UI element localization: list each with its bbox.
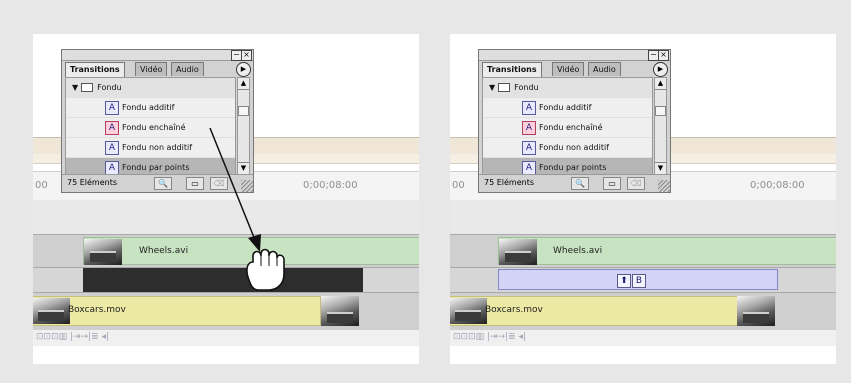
transition-track[interactable]: ⬆ B <box>450 267 836 292</box>
time-start: 00 <box>452 180 465 191</box>
list-item[interactable]: A Fondu enchaîné <box>483 118 652 138</box>
palette-titlebar[interactable]: − × <box>479 50 670 61</box>
palette-footer: 75 Eléments 🔍 ▭ ⌫ <box>479 174 670 192</box>
wheels-thumbnail <box>499 239 537 265</box>
palette-menu-button[interactable]: ▶ <box>653 62 668 77</box>
transitions-palette: − × Transitions Vidéo Audio ▶ ▼ Fondu A Fo… <box>478 49 671 193</box>
item-count: 75 Eléments <box>484 178 535 187</box>
tab-transitions[interactable]: Transitions <box>482 62 542 77</box>
tab-audio[interactable]: Audio <box>588 62 621 76</box>
transition-icon: A <box>522 101 536 115</box>
transition-icon: A <box>522 121 536 135</box>
transition-icon: A <box>522 141 536 155</box>
drag-annotation <box>209 127 285 291</box>
list-item[interactable]: A Fondu non additif <box>483 138 652 158</box>
scroll-thumb[interactable] <box>655 106 666 116</box>
timeline-empty-area <box>450 200 836 234</box>
transition-icon: A <box>522 161 536 174</box>
left-panel-drag: 00 0;00;08:00 Wheels.avi Boxcars.mov ⊡⊡⊡… <box>33 34 419 364</box>
list-item-selected[interactable]: A Fondu par points <box>483 158 652 174</box>
applied-transition-clip[interactable]: ⬆ B <box>498 269 778 290</box>
drag-arrow-line <box>209 127 256 241</box>
track-select-icon[interactable]: ⬆ <box>617 274 631 288</box>
time-mark: 0;00;08:00 <box>750 180 805 191</box>
find-icon[interactable]: 🔍 <box>571 177 589 190</box>
boxcars-clip-label: Boxcars.mov <box>485 305 543 315</box>
grab-hand-icon <box>246 248 285 291</box>
video-track-a: Wheels.avi <box>450 234 836 267</box>
folder-fondu[interactable]: ▼ Fondu <box>483 78 652 98</box>
scroll-up-icon[interactable]: ▲ <box>655 78 666 90</box>
tab-video[interactable]: Vidéo <box>552 62 585 76</box>
close-button[interactable]: × <box>658 50 669 61</box>
scroll-down-icon[interactable]: ▼ <box>655 162 666 174</box>
drag-arrow-head <box>248 234 261 252</box>
palette-tabs: Transitions Vidéo Audio <box>482 62 668 77</box>
boxcars-thumbnail-start <box>450 298 487 324</box>
transitions-list: ▼ Fondu A Fondu additif A Fondu enchaîné AF… <box>482 77 653 175</box>
video-track-b: Boxcars.mov <box>450 292 836 329</box>
timeline-controls[interactable]: ⊡⊡⊡▥ |⇥→|≣ ◂| <box>450 329 836 346</box>
wheels-clip-label: Wheels.avi <box>553 246 603 256</box>
transition-icon: B <box>632 274 646 288</box>
folder-label: Fondu <box>514 83 539 92</box>
trash-icon[interactable]: ⌫ <box>627 177 645 190</box>
list-scrollbar[interactable]: ▲ ▼ <box>654 77 667 175</box>
boxcars-clip[interactable]: Boxcars.mov <box>450 296 738 326</box>
boxcars-thumbnail-end <box>737 296 775 326</box>
list-item[interactable]: A Fondu additif <box>483 98 652 118</box>
right-panel-result: 00 0;00;08:00 Wheels.avi ⬆ B Boxcars.mov… <box>450 34 836 364</box>
disclosure-triangle-icon[interactable]: ▼ <box>489 83 495 92</box>
folder-icon <box>498 83 511 92</box>
resize-grip-icon[interactable] <box>658 180 670 192</box>
wheels-clip[interactable]: Wheels.avi <box>498 237 836 265</box>
new-folder-icon[interactable]: ▭ <box>603 177 621 190</box>
